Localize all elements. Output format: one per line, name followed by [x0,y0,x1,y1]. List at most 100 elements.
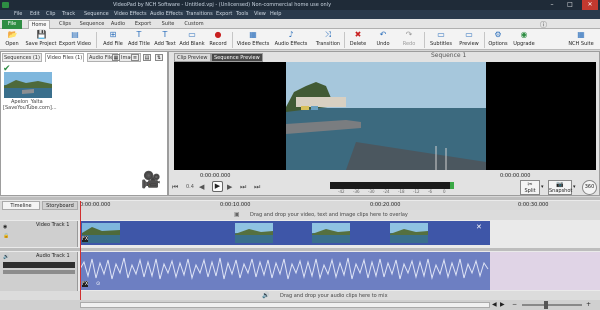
save-project-button[interactable]: 💾 Save Project [24,30,58,50]
maximize-button[interactable]: □ [562,0,578,10]
tab-suite[interactable]: Suite [158,20,178,29]
menu-video-effects[interactable]: Video Effects [114,10,147,19]
audio-effects-button[interactable]: ♪ Audio Effects [274,30,308,50]
zoom-out-icon[interactable]: − [512,301,517,308]
minimize-button[interactable]: – [544,0,560,10]
split-icon: ✂ [527,181,533,188]
add-title-icon: T [136,30,142,39]
frame-forward-icon[interactable]: ⏭ [240,183,246,192]
undo-icon: ↶ [379,30,387,39]
transition-marker-icon[interactable]: ✕ [476,223,482,231]
horizontal-scrollbar[interactable] [80,302,490,308]
menu-transitions[interactable]: Transitions [186,10,213,19]
tab-export[interactable]: Export [132,20,154,29]
nch-suite-button[interactable]: ▦ NCH Suite [566,30,596,50]
record-button[interactable]: ● Record [206,30,230,50]
tab-home[interactable]: Home [28,20,50,29]
options-button[interactable]: ⚙ Options [486,30,510,50]
audio-link-icon[interactable]: ⊙ [96,281,100,287]
tab-file[interactable]: File [2,20,22,29]
close-button[interactable]: ✕ [582,0,598,10]
subtitles-icon: ▭ [437,30,445,39]
zoom-slider[interactable] [522,304,582,306]
zoom-slider-thumb[interactable] [544,301,548,309]
video-effects-button[interactable]: ▦ Video Effects [236,30,270,50]
view-options-icon[interactable]: ▦ [112,54,120,61]
clip-thumbnail[interactable] [4,72,52,98]
menu-clip[interactable]: Clip [46,10,55,19]
video-track-lock-icon[interactable]: 🔒 [3,233,9,239]
360-button[interactable]: 360 [582,180,597,195]
frame-back-label[interactable]: 0.4 [186,184,194,190]
delete-button[interactable]: ✖ Delete [346,30,370,50]
tab-video-files[interactable]: Video Files (1) [45,53,85,62]
go-start-icon[interactable]: ⏮ [172,183,178,192]
play-button[interactable]: ▶ [212,181,223,192]
total-time: 0:00:00.000 [500,173,531,179]
menu-help[interactable]: Help [270,10,281,19]
delete-icon: ✖ [354,30,362,39]
split-button[interactable]: ✂ Split [520,180,540,195]
audio-clip[interactable]: FX ⊙ [80,252,490,290]
menu-view[interactable]: View [254,10,266,19]
redo-button[interactable]: ↷ Redo [398,30,420,50]
add-text-button[interactable]: T Add Text [152,30,178,50]
split-dropdown-icon[interactable]: ▾ [541,184,544,190]
tab-storyboard[interactable]: Storyboard [42,201,78,210]
menu-track[interactable]: Track [62,10,75,19]
thumbnail-view-icon[interactable]: ▤ [143,54,151,61]
ruler-label-0: 0:00:00.000 [80,202,111,208]
tab-timeline[interactable]: Timeline [2,201,40,210]
add-title-button[interactable]: T Add Title [126,30,152,50]
menu-edit[interactable]: Edit [30,10,40,19]
ruler-label-1: 0:00:10.000 [220,202,251,208]
preview-button[interactable]: ▭ Preview [456,30,482,50]
audio-track-speaker-icon[interactable]: 🔊 [3,254,9,260]
undo-button[interactable]: ↶ Undo [372,30,394,50]
open-button[interactable]: 📂 Open [2,30,22,50]
video-clip[interactable]: ✕ FX [80,221,490,245]
sort-icon[interactable]: ⇅ [155,54,163,61]
menu-tools[interactable]: Tools [236,10,248,19]
menu-audio-effects[interactable]: Audio Effects [150,10,183,19]
tab-clip-preview[interactable]: Clip Preview [174,53,211,62]
playhead[interactable] [80,201,81,300]
upgrade-button[interactable]: ◉ Upgrade [512,30,536,50]
record-icon: ● [214,30,222,39]
track-splitter[interactable] [0,248,600,251]
tab-audio[interactable]: Audio [108,20,128,29]
menu-file[interactable]: File [14,10,22,19]
snapshot-button[interactable]: 📷 Snapshot [548,180,572,195]
subtitles-button[interactable]: ▭ Subtitles [428,30,454,50]
scroll-left-icon[interactable]: ◀ [492,301,497,308]
add-blank-button[interactable]: ▭ Add Blank [178,30,206,50]
audio-track-empty[interactable] [490,252,600,290]
tab-clips[interactable]: Clips [54,20,76,29]
step-forward-icon[interactable]: ▶ [227,183,232,191]
list-view-icon[interactable]: ≡ [131,54,139,61]
step-back-icon[interactable]: ◀ [199,183,204,191]
audio-track-volume[interactable] [3,270,75,274]
tab-sequences[interactable]: Sequences (1) [2,53,42,62]
scroll-right-icon[interactable]: ▶ [500,301,505,308]
audio-mix-track[interactable]: 🔊 Drag and drop your audio clips here to… [0,291,600,300]
tab-sequence[interactable]: Sequence [78,20,106,29]
clip-subtitle: [SaveYouTube.com]... [3,105,57,111]
video-track-eye-icon[interactable]: ◉ [3,224,7,230]
fx-icon[interactable]: FX [82,236,89,242]
transition-button[interactable]: ⤨ Transition [314,30,342,50]
go-end-icon[interactable]: ⏭ [254,183,260,192]
timeline-footer: ◀ ▶ − + [0,300,600,310]
zoom-in-icon[interactable]: + [586,301,591,308]
tab-custom[interactable]: Custom [182,20,206,29]
overlay-track[interactable]: ▣ Drag and drop your video, text and ima… [0,210,600,220]
menu-export[interactable]: Export [216,10,232,19]
window-title: VideoPad by NCH Software - Untitled.vpj … [112,2,332,8]
audio-fx-icon[interactable]: FX [82,281,89,287]
menu-sequence[interactable]: Sequence [84,10,109,19]
splitter[interactable] [0,197,600,200]
add-file-button[interactable]: ⊞ Add File [100,30,126,50]
tab-sequence-preview[interactable]: Sequence Preview [211,53,263,62]
export-video-button[interactable]: ▤ Export Video [58,30,92,50]
snapshot-dropdown-icon[interactable]: ▾ [573,184,576,190]
